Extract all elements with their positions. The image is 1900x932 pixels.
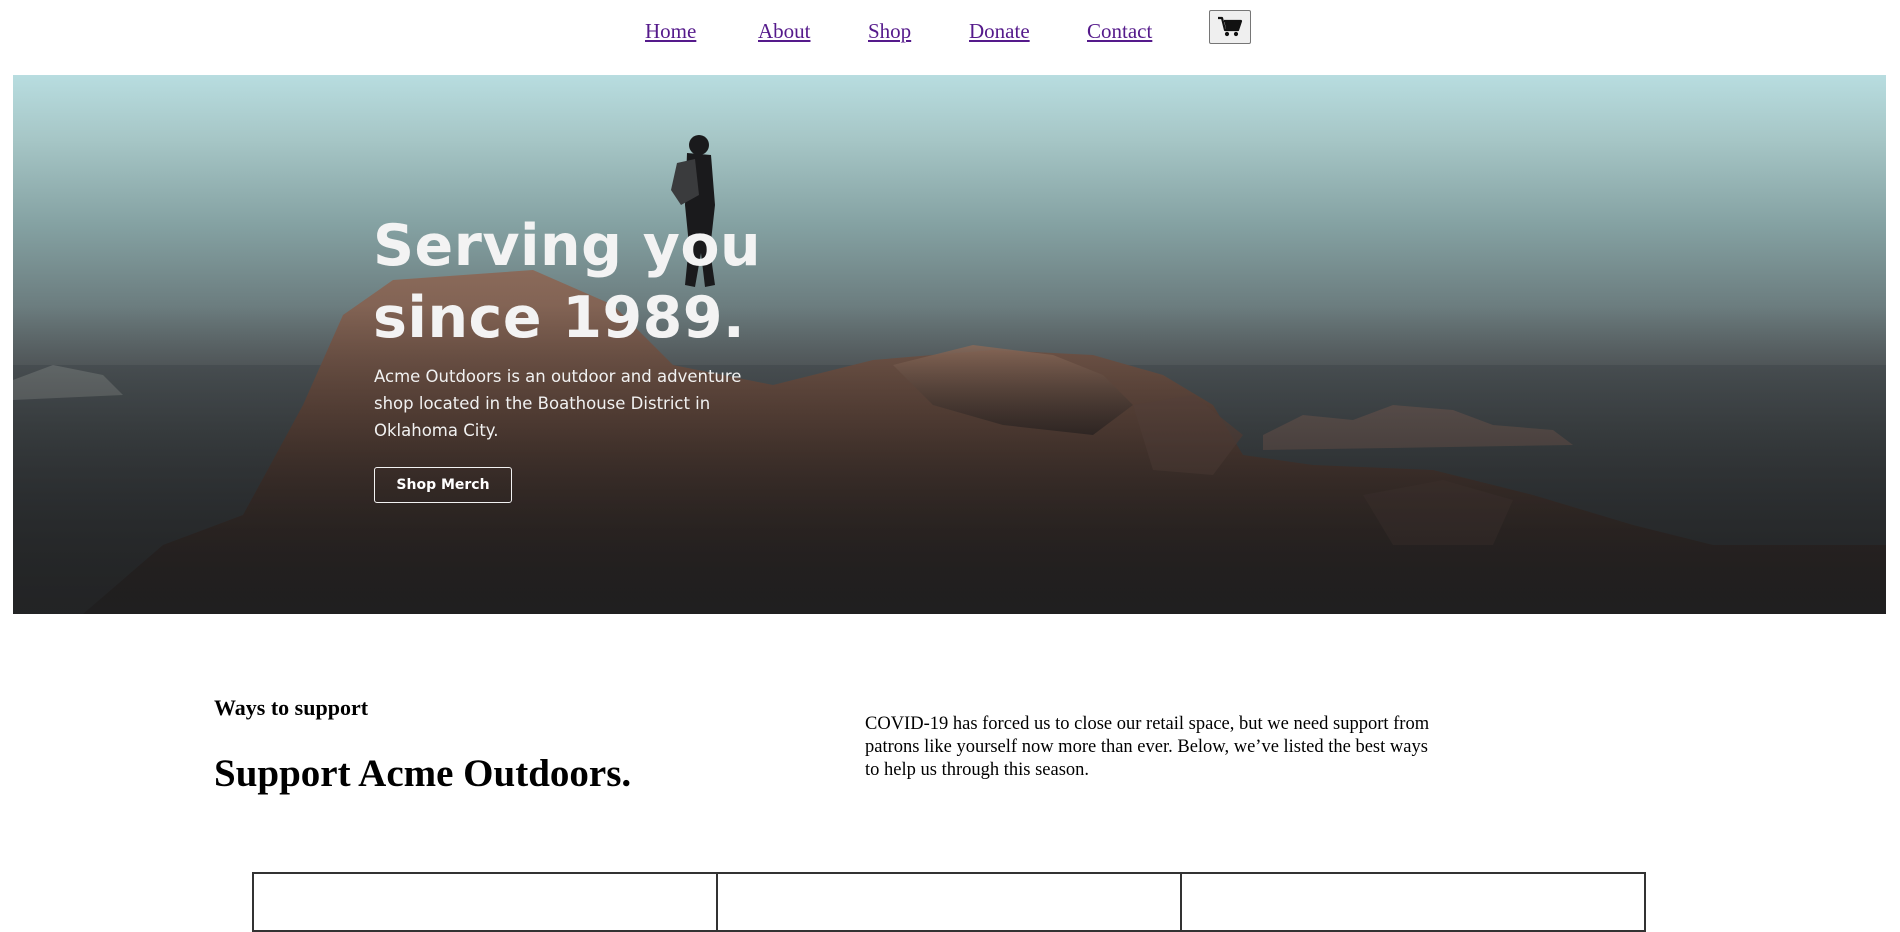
nav-link-home[interactable]: Home (645, 19, 696, 43)
top-nav: Home About Shop Donate Contact (0, 0, 1900, 60)
support-option-card (716, 872, 1182, 932)
nav-link-shop[interactable]: Shop (868, 19, 911, 43)
support-option-card (252, 872, 718, 932)
section-description: COVID-19 has forced us to close our reta… (865, 714, 1430, 780)
section-title: Support Acme Outdoors. (214, 752, 632, 795)
nav-link-about[interactable]: About (758, 19, 811, 43)
nav-link-contact[interactable]: Contact (1087, 19, 1152, 43)
cart-button[interactable] (1209, 10, 1251, 44)
hero-banner: Serving you since 1989. Acme Outdoors is… (13, 75, 1886, 614)
shop-merch-button[interactable]: Shop Merch (374, 467, 512, 503)
hero-background-image (13, 135, 1886, 614)
shopping-cart-icon (1217, 15, 1243, 40)
hero-description: Acme Outdoors is an outdoor and adventur… (374, 367, 742, 440)
hero-title: Serving you since 1989. (373, 213, 762, 351)
support-option-card (1180, 872, 1646, 932)
nav-link-donate[interactable]: Donate (969, 19, 1030, 43)
section-eyebrow: Ways to support (214, 695, 369, 720)
